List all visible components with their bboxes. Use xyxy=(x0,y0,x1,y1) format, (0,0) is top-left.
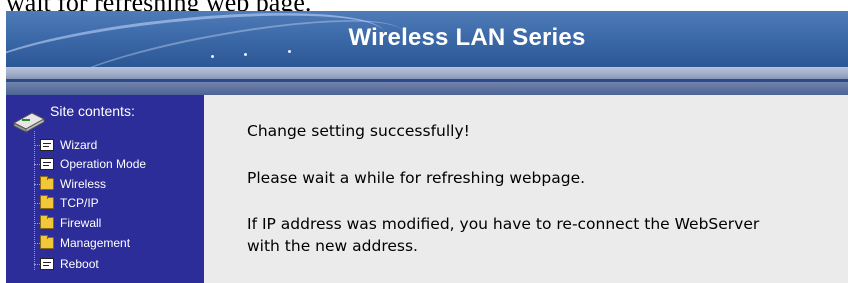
folder-icon xyxy=(40,235,54,249)
page-icon xyxy=(40,139,54,151)
page-icon xyxy=(40,158,54,170)
banner-title: Wireless LAN Series xyxy=(348,24,586,51)
sidebar-item-firewall[interactable]: Firewall xyxy=(28,215,101,231)
main-content: Change setting successfully! Please wait… xyxy=(204,95,848,283)
sidebar: Site contents: Wizard Operation Mode Wir… xyxy=(6,95,204,283)
sidebar-item-label[interactable]: Management xyxy=(60,236,130,250)
banner-dot xyxy=(211,55,214,58)
sidebar-item-operation-mode[interactable]: Operation Mode xyxy=(28,156,146,172)
folder-icon xyxy=(40,215,54,229)
sidebar-item-label[interactable]: Operation Mode xyxy=(60,157,146,171)
sidebar-item-label[interactable]: TCP/IP xyxy=(60,196,99,210)
banner-dot xyxy=(244,53,247,56)
reconnect-message-continued: with the new address. xyxy=(247,237,418,255)
site-contents-header: Site contents: xyxy=(12,101,202,135)
sidebar-item-label[interactable]: Wireless xyxy=(60,177,106,191)
site-contents-title: Site contents: xyxy=(50,103,135,119)
sidebar-item-tcp-ip[interactable]: TCP/IP xyxy=(28,195,99,211)
header-banner: Wireless LAN Series xyxy=(6,11,848,67)
sidebar-item-wireless[interactable]: Wireless xyxy=(28,176,106,192)
sidebar-item-label[interactable]: Firewall xyxy=(60,216,101,230)
folder-icon xyxy=(40,176,54,190)
sidebar-item-reboot[interactable]: Reboot xyxy=(28,256,99,272)
sidebar-item-label[interactable]: Reboot xyxy=(60,257,99,271)
success-message: Change setting successfully! xyxy=(247,122,470,140)
folder-icon xyxy=(40,195,54,209)
sidebar-item-wizard[interactable]: Wizard xyxy=(28,137,97,153)
page-icon xyxy=(40,258,54,270)
reconnect-message: If IP address was modified, you have to … xyxy=(247,215,760,233)
refresh-message: Please wait a while for refreshing webpa… xyxy=(247,169,586,187)
computer-disk-icon xyxy=(12,112,46,133)
sidebar-item-label[interactable]: Wizard xyxy=(60,138,97,152)
sidebar-item-management[interactable]: Management xyxy=(28,235,130,251)
header-divider-line xyxy=(6,79,848,82)
